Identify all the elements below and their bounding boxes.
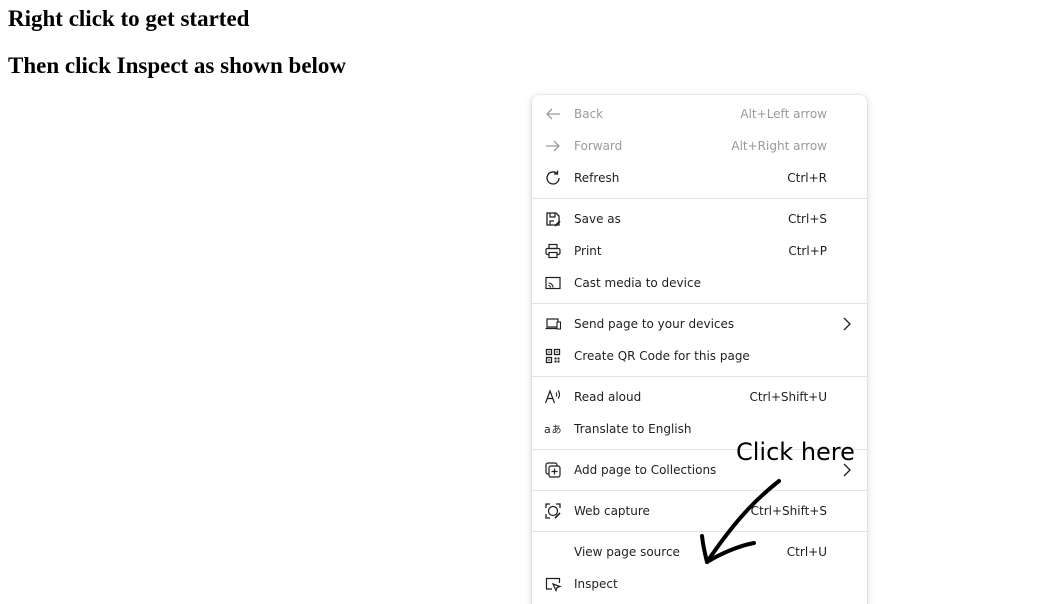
qr-code-icon — [544, 347, 562, 365]
menu-item-shortcut: Ctrl+P — [788, 244, 827, 258]
menu-item-label: Send page to your devices — [574, 317, 735, 331]
menu-item-shortcut: Alt+Left arrow — [740, 107, 827, 121]
menu-item-label: Refresh — [574, 171, 620, 185]
save-as-icon — [544, 210, 562, 228]
read-aloud-icon — [544, 388, 562, 406]
page-heading-right-click: Right click to get started — [8, 6, 250, 31]
menu-item-back[interactable]: Back Alt+Left arrow — [532, 98, 867, 130]
menu-item-shortcut: Alt+Right arrow — [731, 139, 827, 153]
menu-item-label: Web capture — [574, 504, 650, 518]
menu-item-label: Inspect — [574, 577, 618, 591]
menu-item-label: Back — [574, 107, 604, 121]
translate-icon: aあ — [544, 420, 562, 438]
menu-item-read-aloud[interactable]: Read aloud Ctrl+Shift+U — [532, 381, 867, 413]
inspect-icon — [544, 575, 562, 593]
menu-item-cast-media[interactable]: Cast media to device — [532, 267, 867, 299]
hand-drawn-arrow-icon — [690, 470, 790, 570]
menu-item-shortcut: Ctrl+Shift+U — [749, 390, 827, 404]
menu-item-label: Save as — [574, 212, 621, 226]
menu-item-save-as[interactable]: Save as Ctrl+S — [532, 203, 867, 235]
web-capture-icon — [544, 502, 562, 520]
menu-item-label: Read aloud — [574, 390, 642, 404]
collections-icon — [544, 461, 562, 479]
arrow-right-icon — [544, 137, 562, 155]
menu-item-shortcut: Ctrl+U — [786, 545, 827, 559]
menu-separator — [532, 198, 867, 199]
svg-text:a: a — [544, 423, 551, 436]
click-here-annotation: Click here — [736, 438, 855, 466]
chevron-right-icon — [841, 316, 853, 332]
menu-item-inspect[interactable]: Inspect — [532, 568, 867, 600]
menu-separator — [532, 376, 867, 377]
devices-icon — [544, 315, 562, 333]
svg-text:あ: あ — [552, 424, 562, 436]
menu-item-shortcut: Ctrl+R — [787, 171, 827, 185]
menu-item-shortcut: Ctrl+S — [787, 212, 827, 226]
menu-item-label: Translate to English — [574, 422, 692, 436]
menu-item-label: Print — [574, 244, 602, 258]
cast-icon — [544, 274, 562, 292]
menu-item-create-qr-code[interactable]: Create QR Code for this page — [532, 340, 867, 372]
menu-item-refresh[interactable]: Refresh Ctrl+R — [532, 162, 867, 194]
arrow-left-icon — [544, 105, 562, 123]
refresh-icon — [544, 169, 562, 187]
menu-item-label: Create QR Code for this page — [574, 349, 750, 363]
page-heading-inspect: Then click Inspect as shown below — [8, 53, 347, 78]
menu-item-label: Forward — [574, 139, 623, 153]
printer-icon — [544, 242, 562, 260]
menu-item-forward[interactable]: Forward Alt+Right arrow — [532, 130, 867, 162]
menu-item-label: Cast media to device — [574, 276, 701, 290]
menu-item-label: View page source — [574, 545, 680, 559]
menu-separator — [532, 303, 867, 304]
menu-item-print[interactable]: Print Ctrl+P — [532, 235, 867, 267]
menu-item-send-page[interactable]: Send page to your devices — [532, 308, 867, 340]
